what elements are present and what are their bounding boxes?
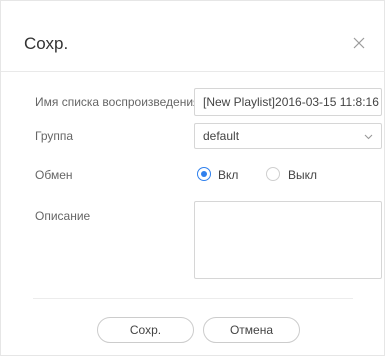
save-button[interactable]: Сохр.: [97, 317, 194, 343]
sharing-off-label[interactable]: Выкл: [288, 168, 317, 182]
group-select[interactable]: default: [194, 123, 382, 149]
sharing-on-label[interactable]: Вкл: [218, 168, 238, 182]
description-label: Описание: [35, 209, 91, 223]
playlist-name-label: Имя списка воспроизведения: [35, 95, 200, 109]
footer-divider: [33, 298, 353, 299]
sharing-on-radio[interactable]: [197, 167, 211, 181]
close-icon[interactable]: [350, 34, 368, 52]
playlist-name-input[interactable]: [194, 88, 382, 116]
cancel-button[interactable]: Отмена: [203, 317, 300, 343]
group-selected-value: default: [203, 129, 240, 143]
header-divider: [1, 71, 385, 72]
sharing-label: Обмен: [35, 168, 73, 182]
chevron-down-icon: [364, 134, 373, 140]
description-textarea[interactable]: [194, 201, 382, 279]
radio-selected-dot: [201, 171, 207, 177]
save-playlist-dialog: Сохр. Имя списка воспроизведения Группа …: [0, 0, 385, 356]
sharing-off-radio[interactable]: [266, 167, 280, 181]
dialog-title: Сохр.: [24, 34, 69, 53]
group-label: Группа: [35, 129, 74, 143]
